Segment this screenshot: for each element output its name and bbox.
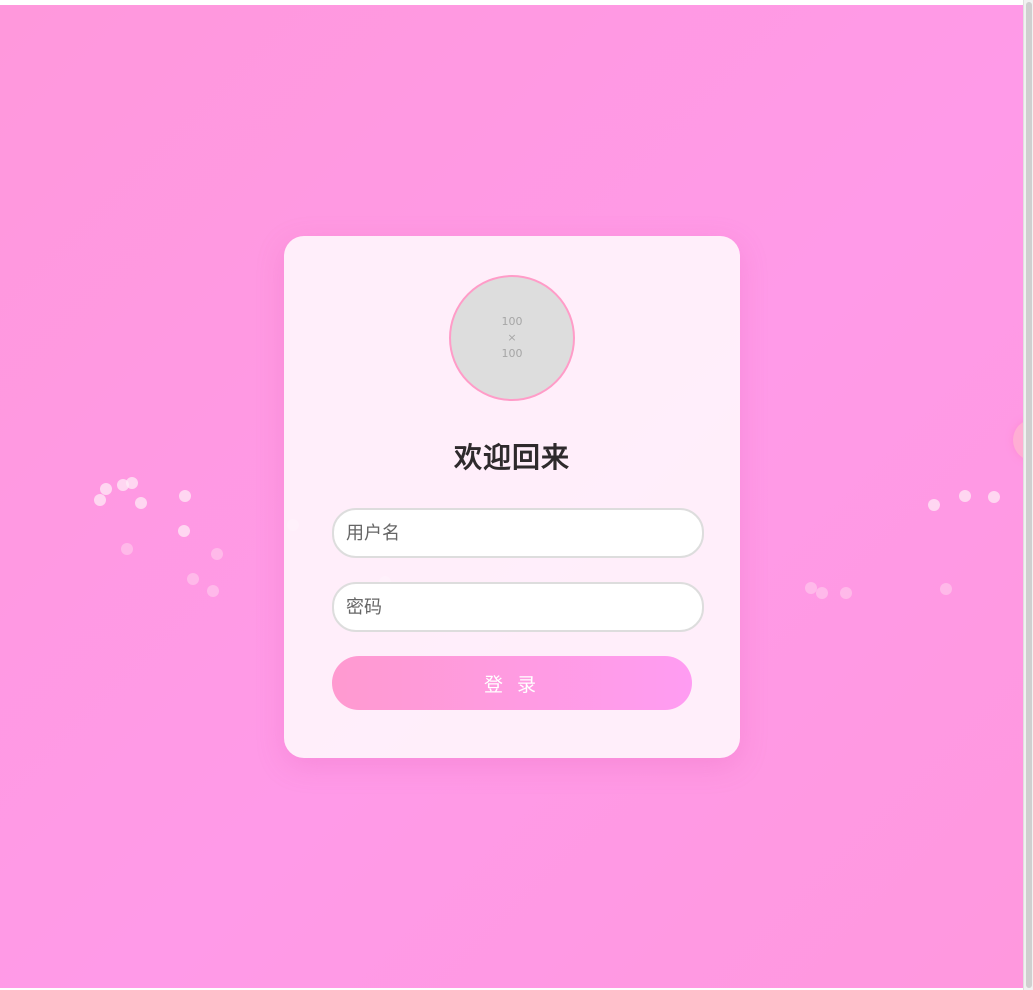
page-title: 欢迎回来 [453,441,570,474]
particle [988,491,1000,503]
page-scrollbar[interactable] [1023,0,1033,990]
particle [940,583,952,595]
particle [840,587,852,599]
particle [179,490,191,502]
particle [928,499,940,511]
particle [121,543,133,555]
particle [135,497,147,509]
particle [211,548,223,560]
particle [178,525,190,537]
particle [100,483,112,495]
particle [126,477,138,489]
particle [94,494,106,506]
particle [816,587,828,599]
login-card: 100 × 100 欢迎回来 登 录 [284,236,740,758]
particle [207,585,219,597]
avatar-placeholder: 100 × 100 [449,275,575,401]
particle [187,573,199,585]
scrollbar-thumb[interactable] [1026,2,1032,988]
particle [959,490,971,502]
password-input[interactable] [332,582,704,632]
username-input[interactable] [332,508,704,558]
page-background: 100 × 100 欢迎回来 登 录 [0,5,1024,988]
login-button[interactable]: 登 录 [332,656,692,710]
